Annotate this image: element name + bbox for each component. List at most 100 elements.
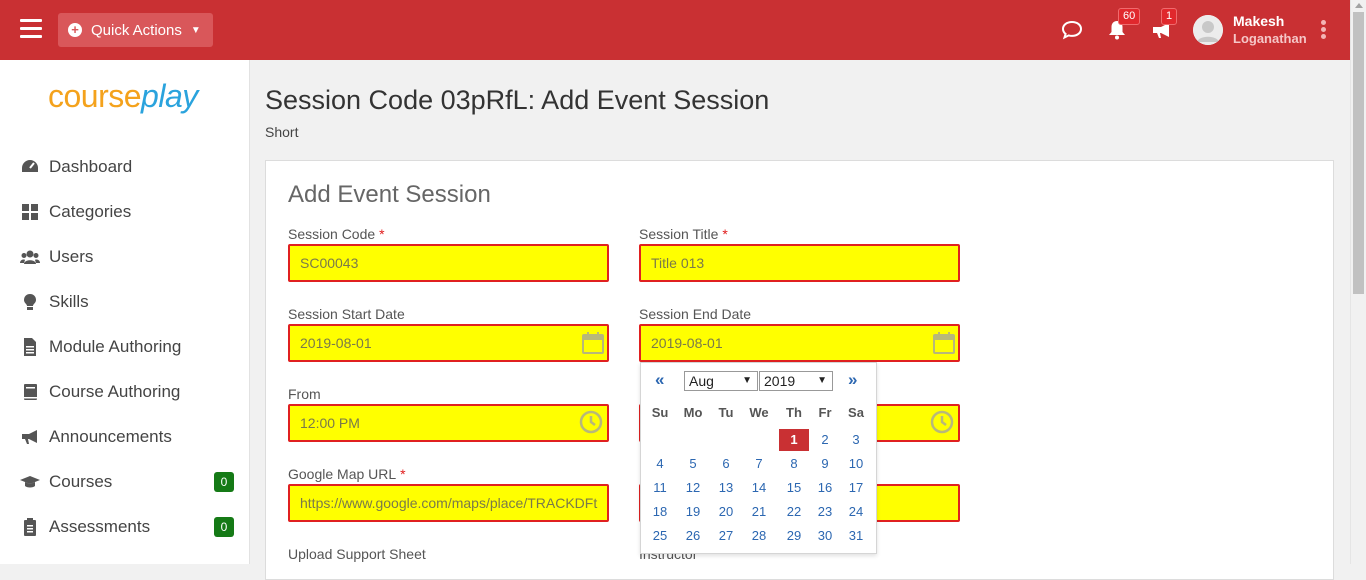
sidebar-item-module-authoring[interactable]: Module Authoring [0,327,249,367]
user-avatar-icon [1193,15,1223,45]
logo-text-course: course [48,78,142,114]
courseplay-logo[interactable]: courseplay [48,78,198,115]
next-month-icon[interactable]: » [848,370,857,390]
calendar-day[interactable]: 14 [744,477,774,499]
calendar-day[interactable]: 24 [841,501,871,523]
chat-icon[interactable] [1060,18,1084,42]
calendar-day[interactable]: 8 [779,453,809,475]
skills-icon [24,294,36,310]
categories-icon [22,204,38,220]
more-options-icon[interactable] [1321,20,1329,40]
hamburger-menu-icon[interactable] [20,19,42,39]
calendar-day[interactable]: 3 [841,429,871,451]
weekday-header: Mo [683,405,703,420]
sidebar-item-announcements[interactable]: Announcements [0,417,249,457]
from-time-label: From [288,386,321,402]
map-url-input[interactable]: https://www.google.com/maps/place/TRACKD… [288,484,609,522]
month-select[interactable]: Aug ▼ [684,371,758,391]
calendar-day[interactable]: 2 [810,429,840,451]
form-title: Add Event Session [288,181,491,208]
end-date-input[interactable]: 2019-08-01 [639,324,960,362]
users-icon [20,250,40,264]
user-last-name[interactable]: Loganathan [1233,31,1307,46]
sidebar-item-users[interactable]: Users [0,237,249,277]
book-icon [24,384,37,400]
calendar-day[interactable]: 25 [645,525,675,547]
start-date-input[interactable]: 2019-08-01 [288,324,609,362]
calendar-day-selected[interactable]: 1 [779,429,809,451]
map-url-label: Google Map URL * [288,466,406,482]
session-code-label: Session Code * [288,226,385,242]
calendar-day[interactable]: 9 [810,453,840,475]
sidebar-item-course-authoring[interactable]: Course Authoring [0,372,249,412]
chevron-down-icon: ▼ [817,375,827,386]
session-title-label-text: Session Title [639,226,719,242]
sidebar-item-courses[interactable]: Courses 0 [0,462,249,502]
plus-circle-icon: + [68,23,82,37]
page-subtitle: Short [265,124,299,140]
module-icon [24,338,36,356]
notifications-count-badge: 60 [1118,8,1141,25]
calendar-day[interactable]: 17 [841,477,871,499]
session-title-input[interactable]: Title 013 [639,244,960,282]
calendar-day[interactable]: 12 [678,477,708,499]
calendar-day[interactable]: 23 [810,501,840,523]
year-select-value: 2019 [764,373,796,389]
calendar-day[interactable]: 21 [744,501,774,523]
calendar-icon[interactable] [932,331,956,355]
sidebar-item-skills[interactable]: Skills [0,282,249,322]
required-asterisk: * [379,226,385,242]
sidebar-item-categories[interactable]: Categories [0,192,249,232]
calendar-day[interactable]: 15 [779,477,809,499]
weekday-header: We [749,405,769,420]
calendar-day[interactable]: 18 [645,501,675,523]
calendar-day[interactable]: 28 [744,525,774,547]
calendar-day[interactable]: 27 [711,525,741,547]
calendar-day[interactable]: 10 [841,453,871,475]
month-select-value: Aug [689,373,714,389]
page-scrollbar[interactable] [1350,0,1366,564]
calendar-day[interactable]: 29 [779,525,809,547]
required-asterisk: * [400,466,406,482]
weekday-header: Tu [718,405,734,420]
avatar[interactable] [1193,15,1223,45]
calendar-day[interactable]: 31 [841,525,871,547]
calendar-day[interactable]: 20 [711,501,741,523]
quick-actions-button[interactable]: + Quick Actions ▼ [58,13,213,47]
year-select[interactable]: 2019 ▼ [759,371,833,391]
calendar-day[interactable]: 11 [645,477,675,499]
calendar-day[interactable]: 22 [779,501,809,523]
calendar-day[interactable]: 4 [645,453,675,475]
sidebar-item-label: Announcements [49,427,172,446]
clock-icon[interactable] [579,410,603,434]
calendar-day[interactable]: 19 [678,501,708,523]
weekday-header: Su [651,405,669,420]
graduation-cap-icon [20,476,40,488]
calendar-day[interactable]: 16 [810,477,840,499]
session-title-label: Session Title * [639,226,728,242]
page-title: Session Code 03pRfL: Add Event Session [265,85,770,115]
quick-actions-label: Quick Actions [91,21,182,39]
sidebar-item-dashboard[interactable]: Dashboard [0,147,249,187]
calendar-day[interactable]: 7 [744,453,774,475]
sidebar-item-label: Categories [49,202,132,221]
calendar-day[interactable]: 6 [711,453,741,475]
from-time-input[interactable]: 12:00 PM [288,404,609,442]
calendar-day[interactable]: 13 [711,477,741,499]
calendar-day[interactable]: 30 [810,525,840,547]
prev-month-icon[interactable]: « [655,370,664,390]
sidebar: courseplay Dashboard Categories Users Sk… [0,60,250,564]
calendar-day[interactable]: 5 [678,453,708,475]
session-code-input[interactable]: SC00043 [288,244,609,282]
calendar-day[interactable]: 26 [678,525,708,547]
clipboard-icon [24,518,36,536]
session-code-label-text: Session Code [288,226,376,242]
clock-icon[interactable] [930,410,954,434]
scrollbar-thumb[interactable] [1353,12,1364,294]
user-first-name[interactable]: Makesh [1233,13,1284,29]
dashboard-icon [22,160,38,172]
calendar-icon[interactable] [581,331,605,355]
sidebar-item-assessments[interactable]: Assessments 0 [0,507,249,547]
weekday-header: Sa [848,405,864,420]
scroll-up-arrow-icon[interactable] [1355,3,1363,8]
